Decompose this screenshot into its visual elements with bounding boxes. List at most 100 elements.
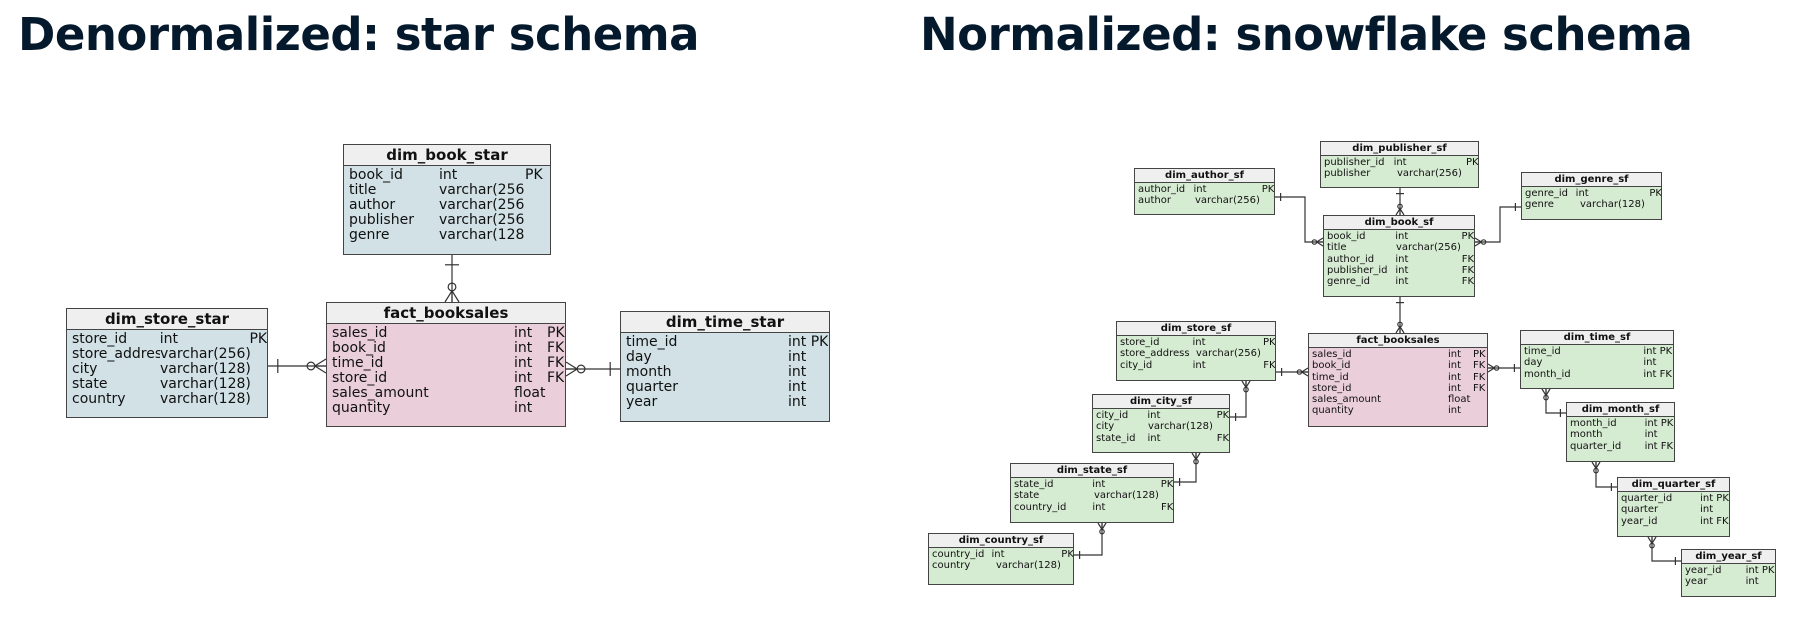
column-name: publisher_id (1324, 157, 1385, 168)
column-name: year_id (1621, 515, 1658, 527)
column-type: float (1448, 394, 1471, 406)
column-type: varchar(128) (160, 392, 250, 407)
column-key: FK (1473, 360, 1486, 372)
relationship-line (1275, 196, 1323, 243)
table-name: dim_book_sf (1324, 216, 1474, 230)
column-type: int (991, 549, 1005, 560)
column-name: city_id (1120, 359, 1153, 371)
column-type: int (1395, 253, 1409, 265)
column-name: store_id (72, 332, 128, 347)
snowflake-dim-month-sf-table: dim_month_sf month_id int PK month int quarte… (1566, 402, 1675, 462)
column-key: PK (249, 332, 267, 347)
column-row: year_id int FK (1621, 516, 1729, 527)
column-type: int (1395, 276, 1409, 288)
column-row: author varchar(256) (349, 198, 550, 213)
column-type: int FK (1644, 440, 1674, 452)
column-row: author_id int FK (1327, 254, 1474, 265)
column-key: PK (1263, 337, 1275, 348)
column-type: int (1448, 405, 1462, 417)
column-name: store_address (1120, 348, 1190, 360)
relationship-line (1230, 381, 1247, 418)
column-name: publisher_id (1327, 264, 1388, 276)
column-name: sales_id (1312, 349, 1352, 360)
column-name: sales_amount (332, 386, 429, 401)
table-name: dim_country_sf (929, 534, 1073, 548)
column-row: title varchar(256) (349, 183, 550, 198)
column-row: title varchar(256) (1327, 242, 1474, 253)
column-row: country varchar(128) (932, 560, 1073, 571)
column-name: state (1014, 490, 1040, 502)
relationship-line (1545, 389, 1566, 414)
column-row: store_address varchar(256) (1120, 348, 1275, 359)
column-name: genre_id (1525, 188, 1569, 199)
column-name: city (72, 362, 98, 377)
table-name: dim_store_star (67, 309, 267, 330)
crows-foot-marker (314, 358, 327, 367)
column-type: float (514, 386, 546, 401)
snowflake-dim-country-sf-table: dim_country_sf country_id int PK country varc… (928, 533, 1074, 585)
column-name: store_id (1312, 382, 1352, 394)
table-name: dim_time_star (621, 312, 829, 333)
column-name: quarter (626, 380, 678, 395)
column-row: store_id int FK (1312, 383, 1487, 394)
column-type: int (1448, 371, 1462, 383)
column-name: author_id (1327, 253, 1375, 265)
column-type: int (788, 350, 807, 365)
column-key: FK (547, 356, 565, 371)
column-type: int (1448, 360, 1462, 372)
column-name: month_id (1570, 418, 1617, 429)
column-row: state_id int FK (1096, 433, 1229, 444)
star-dim-time-star-table: dim_time_star time_id int PK day int month int… (620, 311, 830, 422)
column-name: time_id (1524, 346, 1561, 357)
column-name: title (1327, 242, 1347, 254)
relationship-lines (268, 188, 1681, 565)
relationship-line (1174, 453, 1197, 483)
column-row: state varchar(128) (72, 377, 267, 392)
column-type: int FK (1643, 368, 1672, 380)
column-name: sales_id (332, 326, 388, 341)
column-row: quantity int (1312, 405, 1487, 416)
column-row: store_id int PK (1120, 337, 1275, 348)
column-row: year_id int PK (1685, 565, 1775, 576)
column-name: city (1096, 421, 1115, 433)
column-row: sales_id int PK (1312, 349, 1487, 360)
snowflake-dim-quarter-sf-table: dim_quarter_sf quarter_id int PK quarter int… (1617, 477, 1730, 537)
column-row: time_id int FK (332, 356, 565, 371)
column-name: month (1570, 429, 1603, 441)
column-type: int (1395, 264, 1409, 276)
column-row: quarter_id int PK (1621, 493, 1729, 504)
column-key: PK (547, 326, 565, 341)
column-row: month_id int PK (1570, 418, 1674, 429)
table-name: dim_month_sf (1567, 403, 1674, 417)
column-name: country_id (932, 549, 985, 560)
column-type: int (1575, 188, 1589, 199)
column-type: int (1192, 337, 1206, 348)
column-type: int PK (1644, 418, 1674, 429)
column-row: city_id int PK (1096, 410, 1229, 421)
column-row: state_id int PK (1014, 479, 1173, 490)
column-name: book_id (332, 341, 386, 356)
column-type: int (1643, 357, 1657, 369)
column-name: country (72, 392, 126, 407)
column-row: quarter_id int FK (1570, 441, 1674, 452)
column-name: city_id (1096, 410, 1129, 421)
column-name: year (626, 395, 658, 410)
snowflake-dim-city-sf-table: dim_city_sf city_id int PK city varchar(128) s… (1092, 394, 1230, 453)
column-key: PK (1461, 231, 1474, 242)
column-name: quarter (1621, 504, 1659, 516)
column-type: varchar(256) (439, 183, 525, 198)
column-name: genre (1525, 199, 1554, 211)
snowflake-dim-publisher-sf-table: dim_publisher_sf publisher_id int PK publish… (1320, 141, 1479, 188)
table-name: dim_genre_sf (1522, 173, 1661, 187)
table-name: dim_publisher_sf (1321, 142, 1478, 156)
column-type: varchar(128) (1094, 490, 1159, 502)
column-type: int (514, 371, 533, 386)
column-type: int (1192, 359, 1206, 371)
column-type: varchar(256) (1195, 195, 1260, 207)
column-type: varchar(128) (1148, 421, 1213, 433)
column-row: time_id int PK (1524, 346, 1673, 357)
column-type: int (514, 341, 533, 356)
column-row: book_id int PK (1327, 231, 1474, 242)
column-name: title (349, 183, 377, 198)
column-row: publisher varchar(256) (1324, 168, 1478, 179)
